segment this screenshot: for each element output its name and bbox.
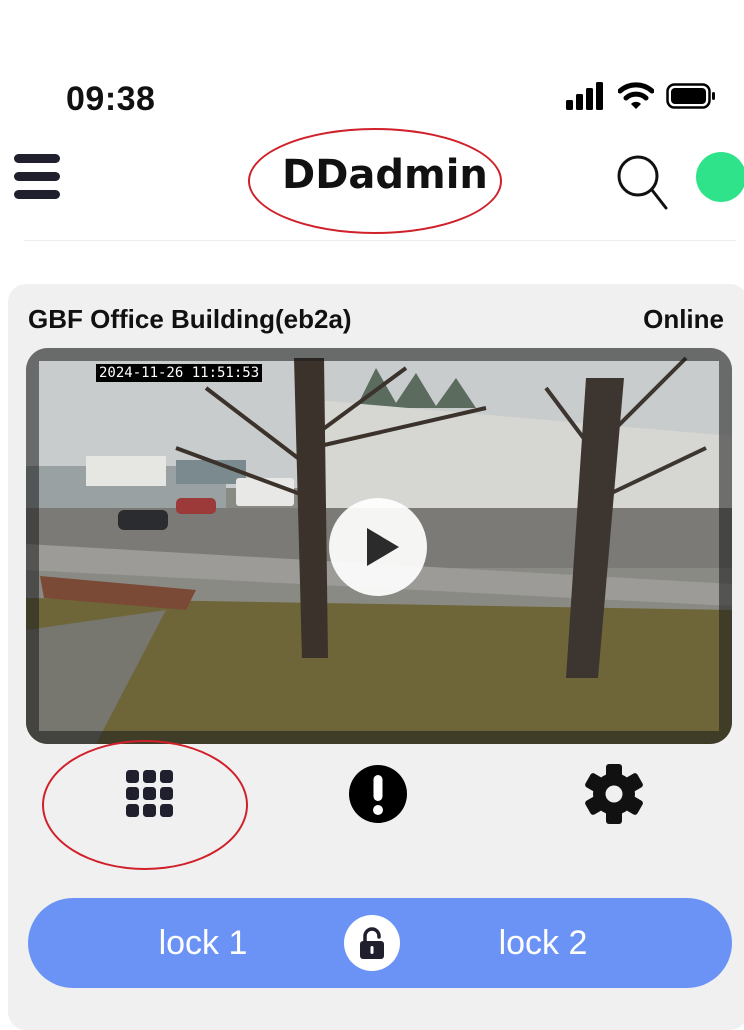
app-header: DDadmin bbox=[0, 128, 744, 241]
alert-button[interactable] bbox=[346, 764, 410, 824]
status-icons bbox=[566, 82, 716, 110]
signal-icon bbox=[566, 82, 603, 110]
battery-icon bbox=[666, 83, 715, 109]
annotation-circle bbox=[42, 740, 248, 870]
device-status: Online bbox=[643, 304, 724, 334]
search-icon bbox=[617, 155, 668, 210]
gear-icon bbox=[585, 764, 643, 824]
annotation-circle bbox=[248, 128, 502, 234]
divider bbox=[24, 240, 736, 241]
lock-bar: lock 1 lock 2 bbox=[28, 898, 732, 988]
unlock-icon bbox=[360, 927, 384, 959]
online-status-dot bbox=[696, 152, 744, 202]
status-bar: 09:38 bbox=[0, 0, 744, 130]
play-button[interactable] bbox=[329, 498, 427, 596]
device-card: GBF Office Building(eb2a) Online 2024-11… bbox=[8, 284, 744, 1030]
status-time: 09:38 bbox=[66, 80, 156, 118]
settings-button[interactable] bbox=[582, 764, 646, 824]
video-preview[interactable]: 2024-11-26 11:51:53 bbox=[26, 348, 732, 744]
menu-icon bbox=[14, 190, 60, 199]
menu-icon bbox=[14, 172, 60, 181]
unlock-button[interactable] bbox=[344, 915, 400, 971]
search-button[interactable] bbox=[612, 150, 672, 210]
wifi-icon bbox=[618, 82, 654, 109]
video-timestamp: 2024-11-26 11:51:53 bbox=[96, 364, 263, 382]
device-name: GBF Office Building(eb2a) bbox=[28, 304, 352, 334]
menu-icon bbox=[14, 154, 60, 163]
lock-1-button[interactable]: lock 1 bbox=[88, 898, 318, 988]
lock-2-button[interactable]: lock 2 bbox=[428, 898, 658, 988]
play-icon bbox=[367, 528, 399, 566]
menu-button[interactable] bbox=[14, 154, 60, 200]
alert-icon bbox=[349, 765, 407, 823]
